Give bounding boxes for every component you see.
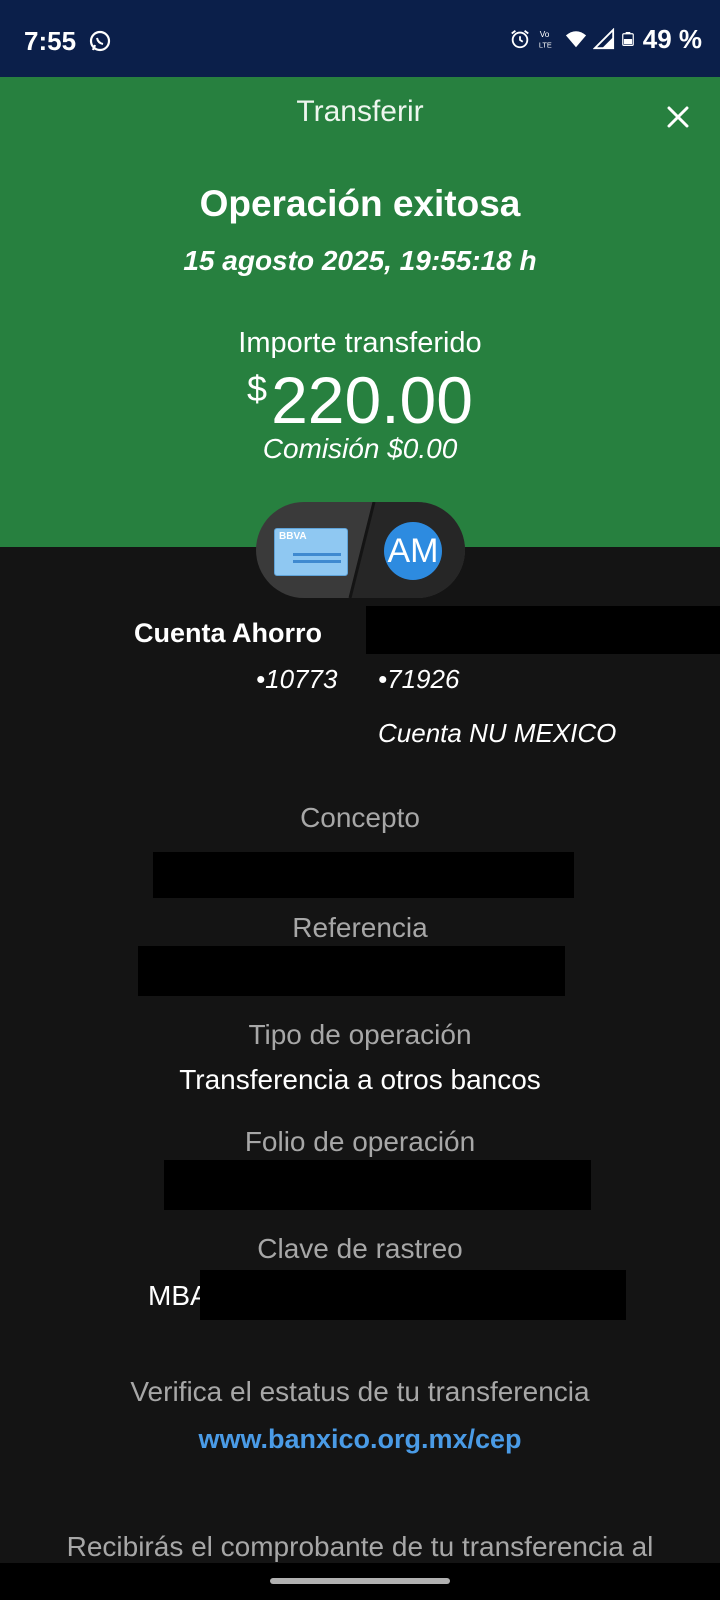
- operation-status-title: Operación exitosa: [199, 183, 521, 224]
- verify-status-text: Verifica el estatus de tu transferencia: [130, 1376, 590, 1407]
- operation-type-label: Tipo de operación: [248, 1019, 472, 1050]
- avatar: AM: [384, 522, 442, 580]
- home-gesture-handle[interactable]: [270, 1578, 450, 1584]
- alarm-icon: [510, 30, 529, 49]
- svg-text:LTE: LTE: [539, 40, 552, 49]
- battery-icon: [621, 32, 634, 46]
- tracking-key-label: Clave de rastreo: [257, 1233, 463, 1264]
- whatsapp-icon: [89, 30, 111, 52]
- receipt-info-text: Recibirás el comprobante de tu transfere…: [66, 1531, 654, 1562]
- signal-icon: [592, 28, 614, 50]
- volte-icon: Vo LTE: [539, 30, 552, 49]
- redacted-tracking-key: [200, 1270, 626, 1320]
- accounts-pill: BBVA AM: [256, 502, 465, 598]
- battery-level: 49 %: [642, 23, 702, 54]
- amount-value: 220.00: [271, 363, 473, 437]
- source-account-name: Cuenta Ahorro: [134, 618, 322, 648]
- banxico-link[interactable]: www.banxico.org.mx/cep: [0, 1424, 720, 1455]
- redacted-folio: [164, 1160, 591, 1210]
- source-account-number: •10773: [256, 664, 338, 694]
- wifi-icon: [565, 31, 586, 48]
- reference-label: Referencia: [292, 912, 428, 943]
- page-title: Transferir: [296, 95, 424, 128]
- currency-symbol: $: [247, 368, 268, 409]
- status-icons: Vo LTE 49 %: [509, 24, 702, 54]
- svg-text:Vo: Vo: [539, 30, 549, 39]
- folio-label: Folio de operación: [244, 1126, 476, 1157]
- redacted-reference: [138, 946, 565, 996]
- redacted-concept: [153, 852, 574, 898]
- bbva-card-icon: BBVA: [274, 528, 348, 576]
- status-bar: 7:55 Vo LTE 49 %: [0, 0, 720, 77]
- transfer-amount: $220.00: [0, 362, 720, 438]
- amount-label: Importe transferido: [238, 327, 482, 359]
- operation-datetime: 15 agosto 2025, 19:55:18 h: [183, 245, 537, 276]
- dest-account-number: •71926: [378, 664, 460, 694]
- success-header: Transferir Operación exitosa 15 agosto 2…: [0, 77, 720, 547]
- fee-text: Comisión $0.00: [262, 433, 458, 464]
- dest-bank-name: Cuenta NU MEXICO: [378, 718, 617, 748]
- redacted-recipient-name: [366, 606, 720, 654]
- close-icon[interactable]: [656, 95, 700, 139]
- operation-type-value: Transferencia a otros bancos: [179, 1064, 541, 1095]
- bbva-card-label: BBVA: [279, 531, 307, 542]
- concept-label: Concepto: [300, 802, 420, 833]
- status-time: 7:55: [24, 26, 77, 56]
